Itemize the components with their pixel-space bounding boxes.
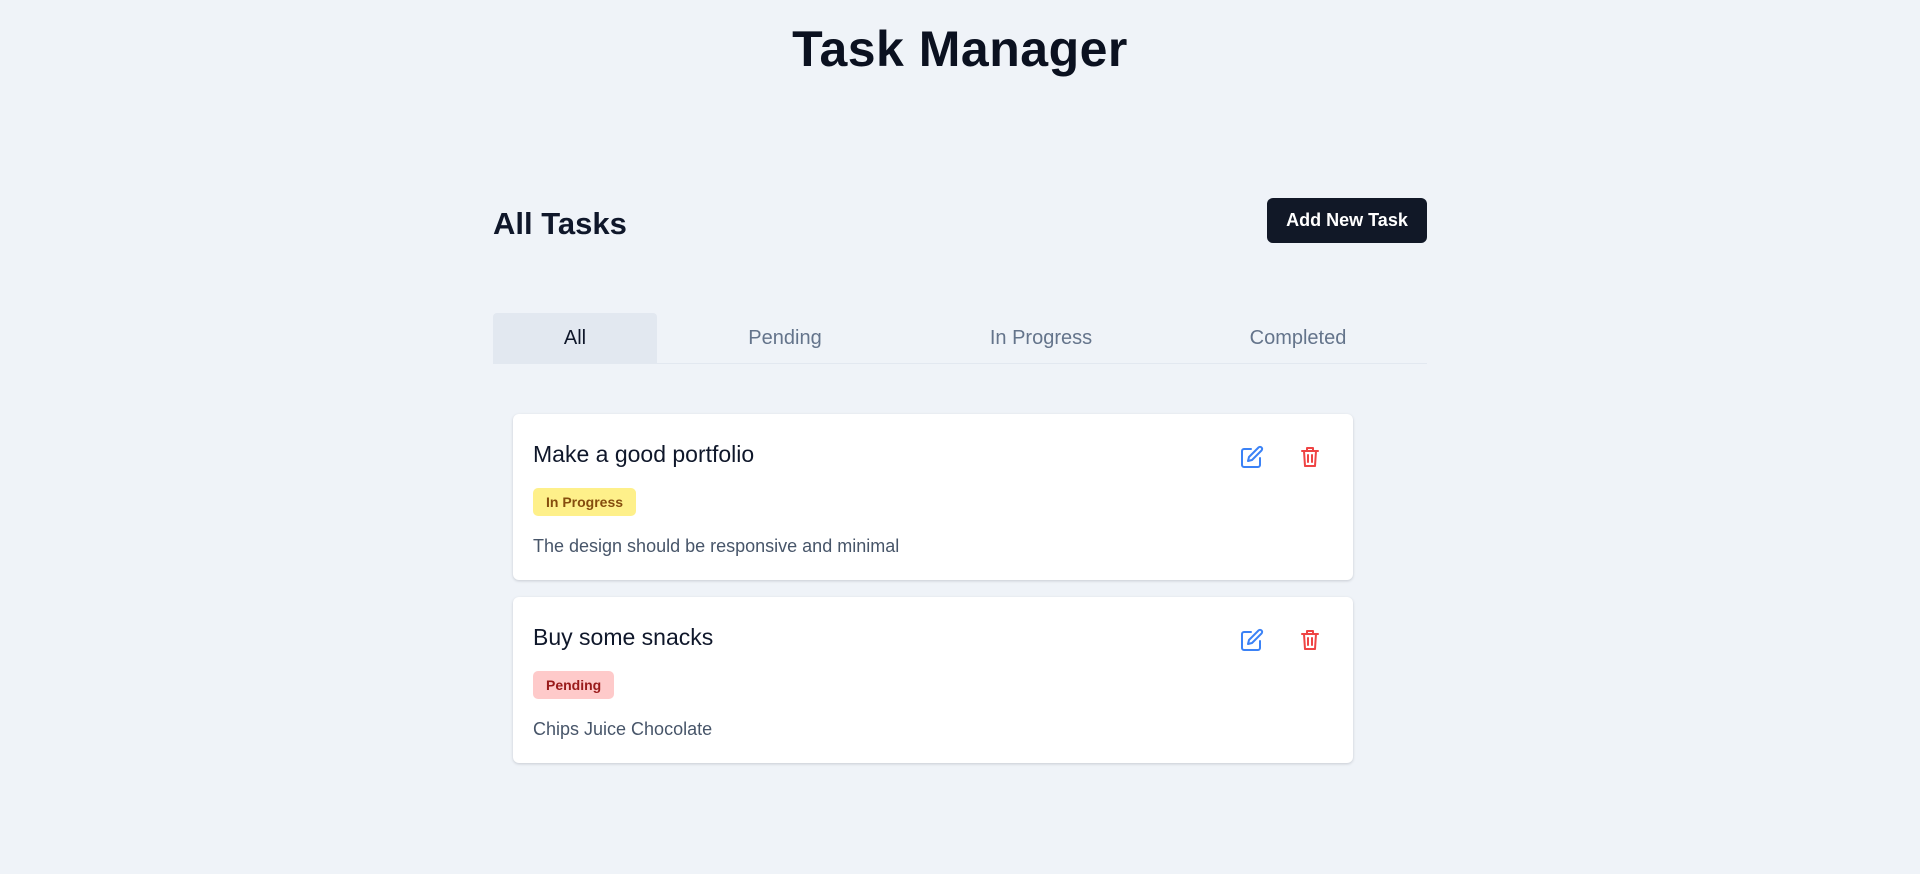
tab-all[interactable]: All — [493, 313, 657, 363]
tab-completed[interactable]: Completed — [1169, 313, 1427, 363]
edit-task-button[interactable] — [1238, 626, 1266, 654]
status-badge: In Progress — [533, 488, 637, 516]
edit-icon — [1241, 445, 1264, 468]
trash-icon — [1301, 447, 1319, 467]
app-title: Task Manager — [792, 21, 1128, 77]
task-card: Buy some snacks Pending Chips Juice Choc… — [513, 597, 1353, 763]
task-list: Make a good portfolio In Progress The de… — [513, 414, 1353, 780]
tab-in-progress[interactable]: In Progress — [913, 313, 1169, 363]
trash-icon — [1301, 630, 1319, 650]
task-description: Chips Juice Chocolate — [533, 719, 713, 739]
section-header: All Tasks Add New Task — [493, 198, 1427, 243]
status-tabs: All Pending In Progress Completed — [493, 313, 1427, 364]
add-new-task-button[interactable]: Add New Task — [1267, 198, 1427, 243]
edit-icon — [1241, 628, 1264, 651]
delete-task-button[interactable] — [1296, 443, 1324, 471]
task-title: Make a good portfolio — [533, 441, 755, 467]
tab-pending[interactable]: Pending — [657, 313, 913, 363]
section-title: All Tasks — [493, 205, 627, 241]
delete-task-button[interactable] — [1296, 626, 1324, 654]
task-card: Make a good portfolio In Progress The de… — [513, 414, 1353, 580]
task-title: Buy some snacks — [533, 624, 714, 650]
status-badge: Pending — [533, 671, 615, 699]
edit-task-button[interactable] — [1238, 443, 1266, 471]
task-description: The design should be responsive and mini… — [533, 536, 900, 556]
task-panel: All Tasks Add New Task All Pending In Pr… — [493, 198, 1427, 763]
